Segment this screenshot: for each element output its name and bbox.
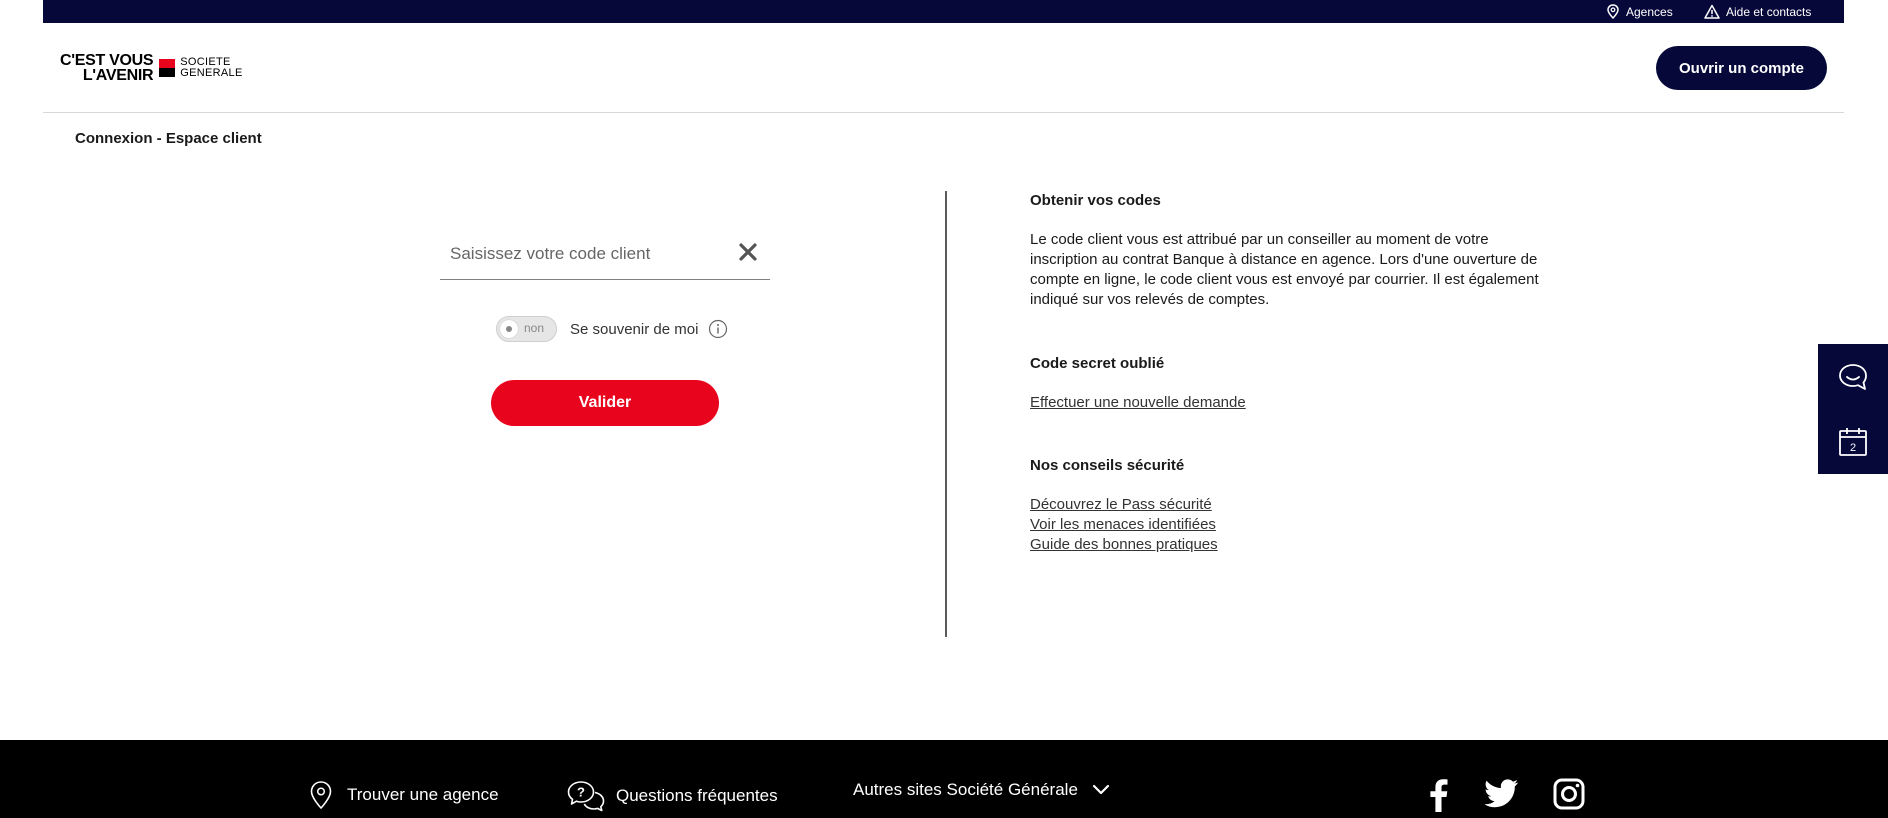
other-sites-label: Autres sites Société Générale [853, 780, 1078, 799]
side-contact-widget: 2 [1818, 344, 1888, 474]
get-codes-section: Obtenir vos codes Le code client vous es… [1030, 192, 1550, 310]
get-codes-text: Le code client vous est attribué par un … [1030, 231, 1539, 308]
chevron-down-icon [1092, 784, 1110, 795]
find-agency-link[interactable]: Trouver une agence [308, 780, 499, 810]
agences-label: Agences [1626, 4, 1673, 19]
twitter-icon[interactable] [1485, 778, 1519, 808]
remember-me-toggle[interactable]: non [496, 316, 557, 342]
location-pin-icon [310, 781, 332, 810]
aide-contacts-link[interactable]: Aide et contacts [1704, 4, 1811, 19]
aide-contacts-label: Aide et contacts [1726, 4, 1812, 19]
brand-square-icon [159, 59, 176, 77]
get-codes-title: Obtenir vos codes [1030, 192, 1161, 209]
forgot-secret-section: Code secret oublié Effectuer une nouvell… [1030, 355, 1550, 413]
calendar-icon: 2 [1839, 427, 1867, 456]
info-icon[interactable] [708, 319, 728, 339]
calendar-day: 2 [1850, 442, 1856, 454]
client-code-field [440, 232, 770, 280]
logo-brand-name: SOCIETE GENERALE [180, 57, 242, 79]
pass-securite-link[interactable]: Découvrez le Pass sécurité [1030, 495, 1550, 515]
toggle-state-label: non [524, 321, 545, 335]
appointment-button[interactable]: 2 [1818, 409, 1888, 474]
societe-generale-logo[interactable]: C'EST VOUS L'AVENIR SOCIETE GENERALE [60, 52, 243, 84]
validate-button[interactable]: Valider [491, 380, 719, 426]
client-code-input[interactable] [440, 232, 730, 276]
instagram-icon[interactable] [1553, 778, 1585, 810]
site-footer: Trouver une agence ? Questions fréquente… [0, 740, 1888, 818]
close-icon[interactable] [736, 240, 760, 264]
chat-button[interactable] [1818, 344, 1888, 409]
vertical-divider [945, 191, 947, 637]
threats-link[interactable]: Voir les menaces identifiées [1030, 515, 1550, 535]
location-pin-icon [1607, 4, 1619, 19]
logo-tagline-line2: L'AVENIR [82, 67, 154, 84]
faq-link[interactable]: ? Questions fréquentes [566, 780, 778, 812]
security-tips-title: Nos conseils sécurité [1030, 457, 1185, 474]
new-request-link[interactable]: Effectuer une nouvelle demande [1030, 393, 1550, 413]
toggle-knob [500, 320, 518, 338]
remember-me-row: non Se souvenir de moi [496, 316, 728, 342]
security-links: Découvrez le Pass sécurité Voir les mena… [1030, 495, 1550, 555]
logo-tagline-line1: C'EST VOUS [60, 52, 154, 69]
warning-icon [1704, 4, 1720, 19]
forgot-secret-title: Code secret oublié [1030, 355, 1165, 372]
page-title: Connexion - Espace client [75, 130, 262, 147]
chat-icon [1839, 363, 1867, 390]
brand-line2: GENERALE [180, 67, 243, 79]
security-tips-section: Nos conseils sécurité Découvrez le Pass … [1030, 457, 1550, 555]
site-header: C'EST VOUS L'AVENIR SOCIETE GENERALE Ouv… [43, 23, 1844, 113]
svg-text:?: ? [577, 785, 585, 800]
open-account-button[interactable]: Ouvrir un compte [1656, 46, 1827, 90]
logo-tagline: C'EST VOUS L'AVENIR [60, 52, 154, 84]
faq-label: Questions fréquentes [616, 786, 778, 805]
faq-bubbles-icon: ? [567, 781, 605, 812]
good-practices-link[interactable]: Guide des bonnes pratiques [1030, 535, 1550, 555]
find-agency-label: Trouver une agence [347, 785, 499, 804]
top-utility-bar: Agences Aide et contacts [43, 0, 1844, 23]
remember-me-label: Se souvenir de moi [570, 320, 699, 338]
facebook-icon[interactable] [1427, 778, 1449, 812]
agences-link[interactable]: Agences [1606, 4, 1673, 19]
other-sites-dropdown[interactable]: Autres sites Société Générale [853, 780, 1110, 800]
